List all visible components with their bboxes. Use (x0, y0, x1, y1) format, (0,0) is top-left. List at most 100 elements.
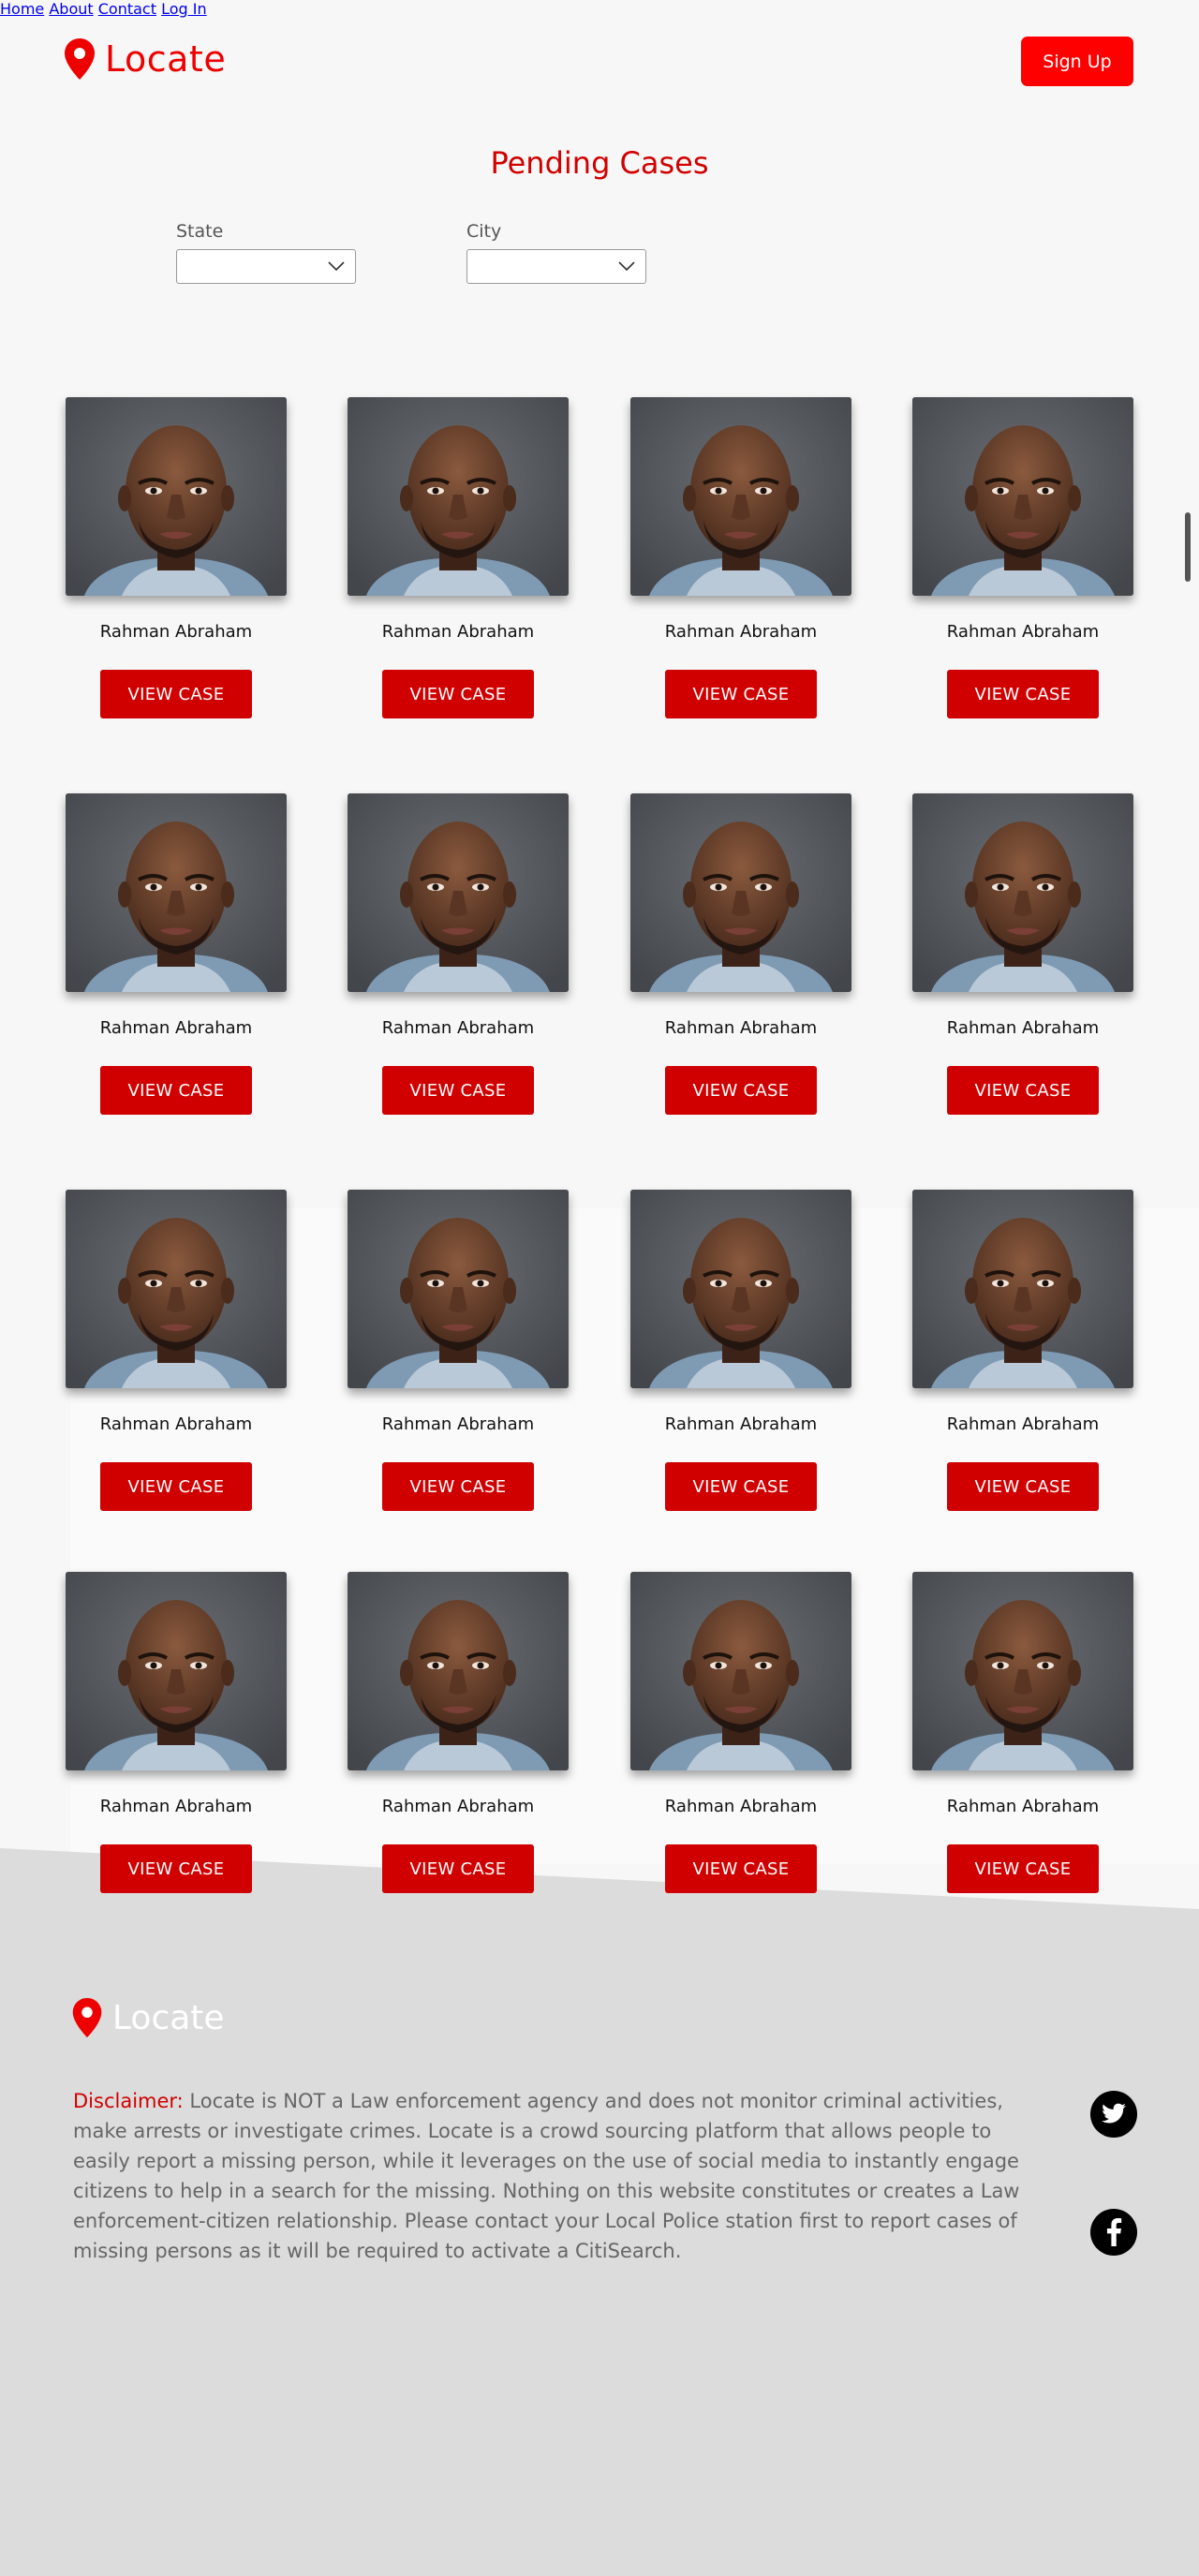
portrait-image (912, 1190, 1133, 1388)
disclaimer-label: Disclaimer: (73, 2090, 184, 2112)
case-name: Rahman Abraham (99, 622, 253, 642)
facebook-link[interactable] (1090, 2209, 1137, 2256)
location-pin-icon (65, 38, 95, 80)
view-case-button[interactable]: VIEW CASE (947, 670, 1099, 718)
view-case-button[interactable]: VIEW CASE (382, 1066, 534, 1115)
case-card: Rahman Abraham VIEW CASE (630, 1572, 851, 1893)
case-card: Rahman Abraham VIEW CASE (912, 1572, 1133, 1893)
state-label: State (176, 221, 224, 242)
view-case-button[interactable]: VIEW CASE (947, 1066, 1099, 1115)
case-photo[interactable] (348, 793, 569, 992)
nav-about[interactable]: About (49, 0, 93, 18)
case-photo[interactable] (348, 1190, 569, 1388)
view-case-button[interactable]: VIEW CASE (947, 1462, 1099, 1511)
case-photo[interactable] (66, 1190, 287, 1388)
case-photo[interactable] (630, 1572, 851, 1770)
nav-login[interactable]: Log In (161, 0, 207, 18)
case-photo[interactable] (66, 793, 287, 992)
chevron-down-icon (328, 261, 345, 272)
case-card: Rahman Abraham VIEW CASE (66, 397, 287, 718)
view-case-button[interactable]: VIEW CASE (100, 1066, 252, 1115)
case-card: Rahman Abraham VIEW CASE (912, 793, 1133, 1115)
case-name: Rahman Abraham (664, 1797, 818, 1816)
twitter-icon (1102, 2103, 1126, 2124)
view-case-button[interactable]: VIEW CASE (382, 1844, 534, 1893)
portrait-image (630, 397, 851, 596)
case-name: Rahman Abraham (381, 622, 535, 642)
portrait-image (630, 793, 851, 992)
portrait-image (630, 1190, 851, 1388)
case-card: Rahman Abraham VIEW CASE (912, 1190, 1133, 1511)
state-filter: State (176, 221, 356, 284)
signup-button[interactable]: Sign Up (1021, 37, 1133, 86)
brand-name: Locate (105, 38, 227, 80)
case-card: Rahman Abraham VIEW CASE (630, 397, 851, 718)
case-name: Rahman Abraham (664, 1018, 818, 1038)
view-case-button[interactable]: VIEW CASE (665, 1844, 817, 1893)
portrait-image (66, 397, 287, 596)
case-name: Rahman Abraham (381, 1018, 535, 1038)
view-case-button[interactable]: VIEW CASE (665, 1462, 817, 1511)
case-card: Rahman Abraham VIEW CASE (912, 397, 1133, 718)
view-case-button[interactable]: VIEW CASE (382, 670, 534, 718)
portrait-image (348, 1190, 569, 1388)
case-photo[interactable] (66, 1572, 287, 1770)
portrait-image (66, 1572, 287, 1770)
case-name: Rahman Abraham (664, 1414, 818, 1434)
header-logo[interactable]: Locate (64, 37, 226, 81)
portrait-image (912, 397, 1133, 596)
portrait-image (912, 1572, 1133, 1770)
case-photo[interactable] (66, 397, 287, 596)
case-card: Rahman Abraham VIEW CASE (630, 793, 851, 1115)
view-case-button[interactable]: VIEW CASE (665, 670, 817, 718)
case-card: Rahman Abraham VIEW CASE (630, 1190, 851, 1511)
view-case-button[interactable]: VIEW CASE (947, 1844, 1099, 1893)
case-name: Rahman Abraham (946, 1018, 1100, 1038)
case-photo[interactable] (912, 793, 1133, 992)
case-name: Rahman Abraham (381, 1797, 535, 1816)
case-photo[interactable] (348, 397, 569, 596)
case-card: Rahman Abraham VIEW CASE (66, 793, 287, 1115)
case-name: Rahman Abraham (664, 622, 818, 642)
case-photo[interactable] (912, 1190, 1133, 1388)
view-case-button[interactable]: VIEW CASE (382, 1462, 534, 1511)
case-card: Rahman Abraham VIEW CASE (348, 793, 569, 1115)
portrait-image (66, 1190, 287, 1388)
city-label: City (466, 221, 502, 242)
case-photo[interactable] (348, 1572, 569, 1770)
case-photo[interactable] (912, 1572, 1133, 1770)
portrait-image (630, 1572, 851, 1770)
twitter-link[interactable] (1090, 2091, 1137, 2138)
view-case-button[interactable]: VIEW CASE (100, 670, 252, 718)
portrait-image (348, 397, 569, 596)
case-photo[interactable] (630, 1190, 851, 1388)
case-name: Rahman Abraham (99, 1797, 253, 1816)
state-select[interactable] (176, 249, 356, 284)
nav-contact[interactable]: Contact (98, 0, 156, 18)
case-photo[interactable] (912, 397, 1133, 596)
case-photo[interactable] (630, 793, 851, 992)
city-filter: City (466, 221, 646, 284)
nav-home[interactable]: Home (0, 0, 44, 18)
case-name: Rahman Abraham (946, 622, 1100, 642)
case-name: Rahman Abraham (99, 1018, 253, 1038)
case-card: Rahman Abraham VIEW CASE (348, 397, 569, 718)
portrait-image (348, 793, 569, 992)
case-name: Rahman Abraham (946, 1797, 1100, 1816)
disclaimer: Disclaimer: Locate is NOT a Law enforcem… (73, 2086, 1038, 2266)
city-select[interactable] (466, 249, 646, 284)
footer-logo[interactable]: Locate (71, 1997, 225, 2038)
chevron-down-icon (618, 261, 635, 272)
view-case-button[interactable]: VIEW CASE (665, 1066, 817, 1115)
view-case-button[interactable]: VIEW CASE (100, 1462, 252, 1511)
scrollbar-thumb[interactable] (1185, 512, 1191, 582)
case-name: Rahman Abraham (99, 1414, 253, 1434)
view-case-button[interactable]: VIEW CASE (100, 1844, 252, 1893)
footer-brand-name: Locate (112, 1998, 225, 2037)
portrait-image (912, 793, 1133, 992)
case-card: Rahman Abraham VIEW CASE (348, 1572, 569, 1893)
portrait-image (348, 1572, 569, 1770)
page-title: Pending Cases (490, 145, 709, 181)
case-photo[interactable] (630, 397, 851, 596)
site-header: Locate Home About Contact Log In Sign Up (0, 0, 1199, 122)
